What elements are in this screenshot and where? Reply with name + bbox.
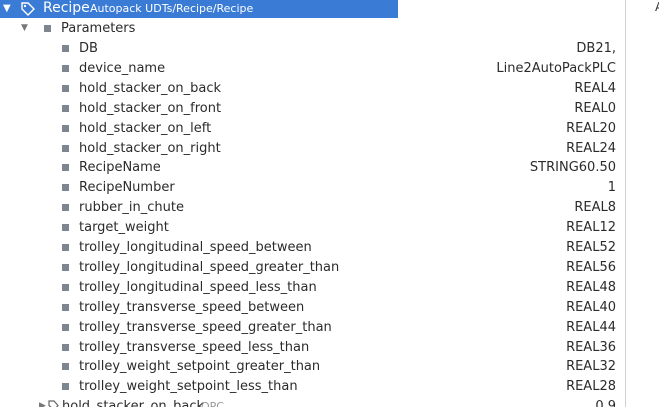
parameter-name: trolley_weight_setpoint_less_than [79,379,298,394]
parameter-name: trolley_transverse_speed_between [79,300,305,315]
tag-name: hold_stacker_on_back [62,399,205,407]
parameter-name: RecipeNumber [79,180,175,195]
tree-row-parameters[interactable]: ▼ Parameters [0,19,403,38]
parameter-row[interactable]: hold_stacker_on_back [0,79,403,98]
parameter-name: hold_stacker_on_right [79,141,221,156]
parameter-value: STRING60.50 [529,160,616,175]
parameter-value: REAL0 [574,101,616,116]
parameter-square-icon [62,85,69,92]
root-tag-path: Autopack UDTs/Recipe/Recipe [90,2,254,15]
root-tag-name: Recipe [43,0,90,16]
parameter-row[interactable]: trolley_transverse_speed_between [0,298,403,317]
parameter-name: trolley_longitudinal_speed_less_than [79,280,317,295]
collapsed-arrow-icon[interactable]: ▶ [39,397,46,407]
parameter-row[interactable]: device_name [0,59,403,78]
parameter-square-icon [62,363,69,370]
parameter-square-icon [62,264,69,271]
parameter-row[interactable]: rubber_in_chute [0,198,403,217]
parameter-square-icon [62,125,69,132]
parameter-row[interactable]: RecipeNumber [0,178,403,197]
parameter-value: REAL56 [566,260,616,275]
parameter-value: REAL44 [566,320,616,335]
group-name: Parameters [61,21,136,36]
parameter-value: REAL4 [574,81,616,96]
parameter-value: DB21, [576,41,616,56]
parameter-row[interactable]: target_weight [0,218,403,237]
parameter-square-icon [62,45,69,52]
parameter-value: REAL52 [566,240,616,255]
right-pane-label: A [655,0,659,14]
tag-icon [48,400,59,407]
parameter-square-icon [62,244,69,251]
parameter-square-icon [62,65,69,72]
parameter-row[interactable]: DB [0,39,403,58]
value-column: DB21, Line2AutoPackPLC REAL4 REAL0 REAL20 REA… [403,0,624,407]
tag-value: 0.9 [595,399,616,407]
parameter-name: trolley_longitudinal_speed_between [79,240,312,255]
parameter-row[interactable]: trolley_transverse_speed_less_than [0,338,403,357]
tree-row-recipe[interactable]: ▼ Recipe Autopack UDTs/Recipe/Recipe [0,0,398,18]
tree-row-hold-stacker-on-back[interactable]: ▶ hold_stacker_on_back OPC [0,397,403,407]
parameter-name: device_name [79,61,166,76]
parameter-row[interactable]: hold_stacker_on_front [0,99,403,118]
parameter-name: DB [79,41,98,56]
parameter-row[interactable]: RecipeName [0,158,403,177]
parameter-value: REAL20 [566,121,616,136]
folder-square-icon [44,25,51,32]
parameter-name: target_weight [79,220,169,235]
parameter-value: REAL12 [566,220,616,235]
parameter-value: REAL36 [566,340,616,355]
parameter-row[interactable]: trolley_weight_setpoint_less_than [0,377,403,396]
parameter-name: trolley_transverse_speed_greater_than [79,320,332,335]
parameter-row[interactable]: trolley_longitudinal_speed_between [0,238,403,257]
parameter-value: 1 [607,180,616,195]
parameter-square-icon [62,284,69,291]
parameter-square-icon [62,304,69,311]
parameter-square-icon [62,204,69,211]
parameter-value: REAL24 [566,141,616,156]
parameter-name: RecipeName [79,160,161,175]
expand-arrow-icon[interactable]: ▼ [21,19,28,38]
parameter-value: REAL28 [566,379,616,394]
parameter-row[interactable]: trolley_weight_setpoint_greater_than [0,357,403,376]
parameter-value: REAL48 [566,280,616,295]
parameter-row[interactable]: hold_stacker_on_left [0,119,403,138]
parameter-name: hold_stacker_on_left [79,121,212,136]
parameter-value: REAL8 [574,200,616,215]
parameter-value: REAL32 [566,359,616,374]
parameter-square-icon [62,383,69,390]
parameter-value: Line2AutoPackPLC [496,61,616,76]
parameter-square-icon [62,184,69,191]
parameter-square-icon [62,344,69,351]
parameter-square-icon [62,324,69,331]
parameter-name: hold_stacker_on_front [79,101,222,116]
parameter-row[interactable]: hold_stacker_on_right [0,139,403,158]
right-pane: A [625,0,659,407]
parameter-square-icon [62,145,69,152]
parameter-row[interactable]: trolley_longitudinal_speed_less_than [0,278,403,297]
parameter-name: trolley_transverse_speed_less_than [79,340,310,355]
parameter-name: hold_stacker_on_back [79,81,222,96]
parameter-name: trolley_weight_setpoint_greater_than [79,359,321,374]
tag-tree: ▼ Recipe Autopack UDTs/Recipe/Recipe ▼ P… [0,0,403,407]
parameter-square-icon [62,224,69,231]
parameter-square-icon [62,164,69,171]
tag-kind: OPC [201,400,224,407]
parameter-name: rubber_in_chute [79,200,185,215]
parameter-row[interactable]: trolley_longitudinal_speed_greater_than [0,258,403,277]
parameter-value: REAL40 [566,300,616,315]
parameter-name: trolley_longitudinal_speed_greater_than [79,260,340,275]
udt-tag-icon [21,2,35,16]
parameter-row[interactable]: trolley_transverse_speed_greater_than [0,318,403,337]
parameter-square-icon [62,105,69,112]
expand-arrow-icon[interactable]: ▼ [3,0,15,17]
